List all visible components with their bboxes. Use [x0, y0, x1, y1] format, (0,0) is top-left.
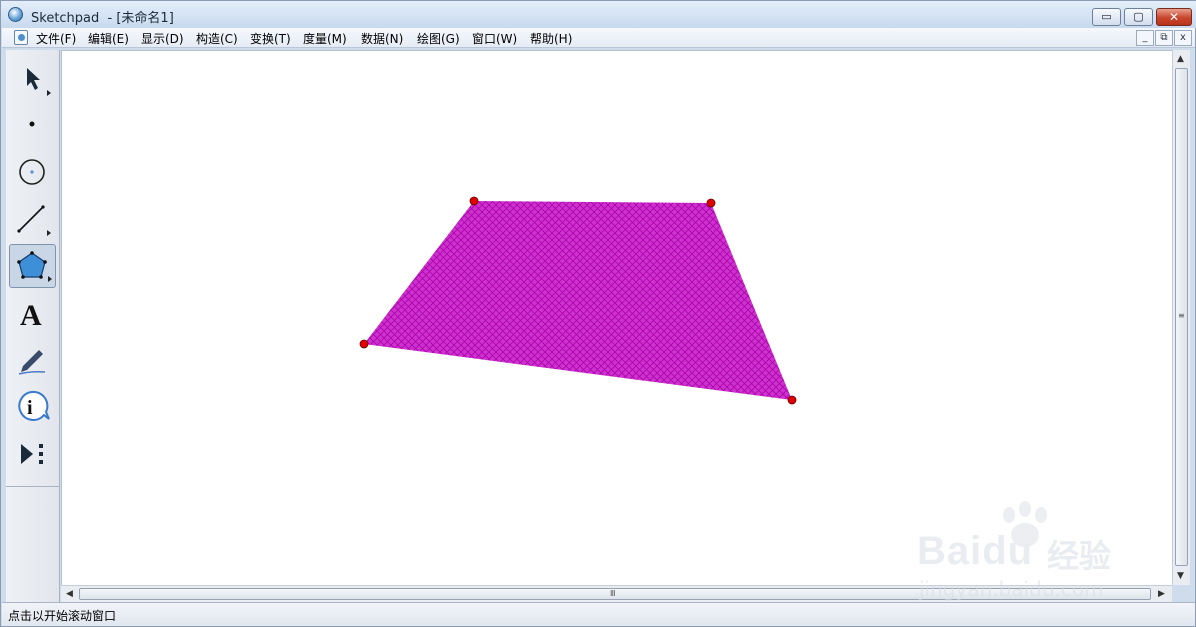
menu-data[interactable]: 数据(N) [361, 30, 403, 47]
sketch-drawing[interactable] [62, 51, 1172, 585]
polygon-tool[interactable] [9, 244, 56, 288]
menu-construct[interactable]: 构造(C) [196, 30, 238, 47]
menu-file[interactable]: 文件(F) [36, 30, 76, 47]
menu-graph[interactable]: 绘图(G) [417, 30, 460, 47]
quadrilateral-interior[interactable] [364, 201, 792, 400]
menu-edit[interactable]: 编辑(E) [88, 30, 129, 47]
point-tool[interactable] [9, 103, 56, 147]
scroll-left-arrow-icon[interactable]: ◀ [66, 589, 73, 599]
menu-transform[interactable]: 变换(T) [250, 30, 291, 47]
scroll-down-arrow-icon[interactable]: ▼ [1177, 571, 1184, 581]
menu-help[interactable]: 帮助(H) [530, 30, 572, 47]
svg-text:i: i [27, 397, 33, 419]
scroll-right-arrow-icon[interactable]: ▶ [1158, 589, 1165, 599]
marker-pen-icon [18, 350, 46, 375]
minimize-button[interactable]: ▭ [1092, 8, 1121, 26]
horizontal-scroll-thumb[interactable]: Ⅲ [79, 588, 1151, 600]
status-text: 点击以开始滚动窗口 [8, 609, 117, 623]
svg-text:A: A [20, 299, 42, 332]
custom-tool[interactable] [9, 432, 56, 476]
vertex-point[interactable] [706, 198, 716, 208]
text-tool[interactable]: A [9, 291, 56, 335]
toolbox: A i [6, 50, 60, 602]
scroll-grip-icon: ≡ [1178, 311, 1185, 320]
play-custom-icon [21, 444, 43, 464]
menu-window[interactable]: 窗口(W) [472, 30, 517, 47]
vertex-point[interactable] [359, 339, 369, 349]
sketch-canvas[interactable] [61, 50, 1172, 585]
document-minimize-button[interactable]: _ [1136, 30, 1154, 46]
status-bar: 点击以开始滚动窗口 [2, 602, 1195, 626]
vertical-scrollbar[interactable]: ▲ ≡ ▼ [1172, 50, 1190, 585]
menu-display[interactable]: 显示(D) [141, 30, 184, 47]
info-icon: i [18, 390, 50, 421]
menu-measure[interactable]: 度量(M) [303, 30, 347, 47]
toolbox-divider [6, 486, 59, 487]
title-bar: Sketchpad - [未命名1] ▭ ▢ ✕ [1, 1, 1196, 28]
vertex-point[interactable] [469, 196, 479, 206]
marker-tool[interactable] [9, 338, 56, 382]
pentagon-icon [17, 251, 52, 282]
circle-icon [19, 159, 45, 185]
document-close-button[interactable]: x [1174, 30, 1192, 46]
information-tool[interactable]: i [9, 385, 56, 429]
compass-tool[interactable] [9, 150, 56, 194]
vertical-scroll-thumb[interactable]: ≡ [1175, 68, 1188, 566]
straightedge-tool[interactable] [9, 197, 56, 241]
scroll-up-arrow-icon[interactable]: ▲ [1177, 54, 1184, 64]
text-a-icon: A [20, 299, 42, 332]
point-icon [29, 121, 35, 127]
scroll-grip-icon: Ⅲ [610, 589, 616, 598]
menu-bar: 文件(F) 编辑(E) 显示(D) 构造(C) 变换(T) 度量(M) 数据(N… [2, 28, 1195, 48]
window-title: Sketchpad - [未命名1] [31, 11, 174, 26]
document-icon[interactable] [14, 30, 28, 45]
sketchpad-app-icon [8, 7, 23, 22]
arrow-select-icon [27, 68, 51, 96]
sketchpad-window: Sketchpad - [未命名1] ▭ ▢ ✕ 文件(F) 编辑(E) 显示(… [0, 0, 1196, 627]
maximize-button[interactable]: ▢ [1124, 8, 1153, 26]
arrow-tool[interactable] [9, 56, 56, 100]
close-button[interactable]: ✕ [1156, 8, 1192, 26]
vertex-point[interactable] [787, 395, 797, 405]
line-segment-icon [17, 205, 51, 236]
document-restore-button[interactable]: ⧉ [1155, 30, 1173, 46]
horizontal-scrollbar[interactable]: ◀ Ⅲ ▶ [61, 585, 1172, 602]
